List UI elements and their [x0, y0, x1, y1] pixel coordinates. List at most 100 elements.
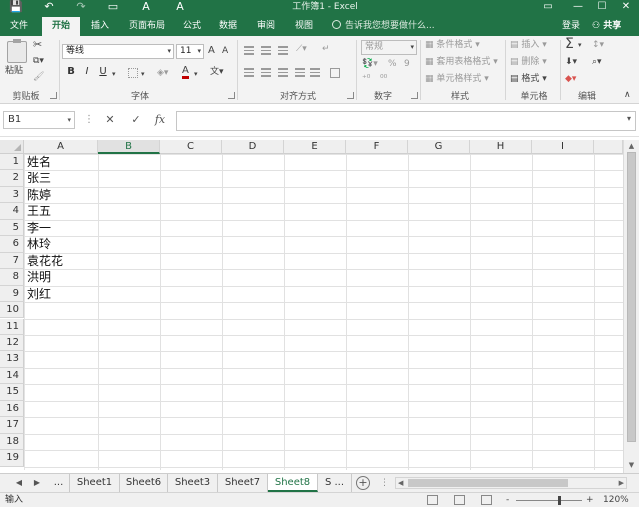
column-header-b[interactable]: B	[98, 140, 160, 154]
paste-button-label[interactable]: 粘贴	[5, 64, 23, 78]
row-header-2[interactable]: 2	[0, 170, 24, 187]
format-cells-button[interactable]: ▤ 格式 ▾	[510, 72, 547, 86]
row-header-12[interactable]: 12	[0, 334, 24, 352]
horizontal-scrollbar[interactable]: ◀ ▶	[395, 477, 627, 489]
enter-entry-button[interactable]: ✓	[126, 112, 146, 128]
column-header-partial[interactable]	[594, 140, 623, 154]
page-break-view-icon[interactable]	[481, 495, 492, 505]
ribbon-display-icon[interactable]: ▭	[536, 0, 560, 14]
clear-icon[interactable]: ◆▾	[565, 72, 576, 86]
find-select-icon[interactable]: ⌕▾	[592, 55, 602, 69]
autosum-icon[interactable]: Σ	[565, 37, 574, 51]
format-painter-icon[interactable]: 🖌	[33, 70, 44, 84]
tell-me-box[interactable]: 告诉我您想要做什么...	[332, 18, 435, 34]
tab-view[interactable]: 视图	[290, 17, 318, 36]
paste-icon[interactable]	[7, 39, 27, 63]
cell-a8[interactable]: 洪明	[27, 269, 51, 285]
tab-insert[interactable]: 插入	[84, 17, 116, 36]
row-header-6[interactable]: 6	[0, 236, 24, 253]
insert-cells-button[interactable]: ▤ 插入 ▾	[510, 38, 547, 52]
row-header-15[interactable]: 15	[0, 384, 24, 401]
cell-a6[interactable]: 林玲	[27, 236, 51, 252]
shrink-font-button[interactable]: A	[222, 44, 228, 58]
delete-cells-button[interactable]: ▤ 删除 ▾	[510, 55, 547, 69]
column-header-e[interactable]: E	[284, 140, 346, 154]
number-format-combo[interactable]: 常规 ▾	[361, 40, 417, 55]
sheet-tabs-overflow[interactable]: S ...	[318, 474, 352, 492]
increase-decimal-icon[interactable]: ⁺⁰	[362, 72, 370, 86]
insert-function-button[interactable]: fx	[150, 112, 170, 128]
cell-a3[interactable]: 陈婷	[27, 187, 51, 203]
cell-a1[interactable]: 姓名	[27, 154, 51, 170]
share-button[interactable]: ⚇ 共享	[592, 18, 621, 34]
row-header-19[interactable]: 19	[0, 450, 24, 467]
tab-page-layout[interactable]: 页面布局	[124, 17, 170, 36]
font-size-combo[interactable]: 11 ▾	[176, 44, 204, 59]
zoom-out-button[interactable]: -	[506, 493, 509, 507]
column-header-f[interactable]: F	[346, 140, 408, 154]
underline-dropdown-icon[interactable]: ▾	[112, 67, 116, 81]
font-color-icon[interactable]: A	[182, 65, 189, 79]
cell-a4[interactable]: 王五	[27, 203, 51, 219]
format-as-table-button[interactable]: ▦ 套用表格格式 ▾	[425, 55, 498, 69]
sheet-tab-sheet8[interactable]: Sheet8	[268, 474, 318, 492]
horizontal-scroll-thumb[interactable]	[408, 479, 568, 487]
row-header-17[interactable]: 17	[0, 417, 24, 434]
bottom-align-icon[interactable]	[278, 46, 288, 55]
name-box[interactable]: B1 ▾	[3, 111, 75, 129]
scroll-left-icon[interactable]: ◀	[398, 478, 403, 488]
column-header-g[interactable]: G	[408, 140, 470, 154]
row-header-10[interactable]: 10	[0, 302, 24, 319]
row-header-11[interactable]: 11	[0, 318, 24, 335]
cell-a2[interactable]: 张三	[27, 170, 51, 186]
scroll-up-icon[interactable]: ▲	[626, 141, 637, 151]
zoom-slider-knob[interactable]	[558, 496, 561, 505]
merge-center-icon[interactable]	[330, 68, 340, 78]
select-all-button[interactable]	[0, 140, 24, 154]
row-header-18[interactable]: 18	[0, 433, 24, 451]
touch-mode-icon[interactable]: ▭	[104, 0, 122, 14]
tab-home[interactable]: 开始	[42, 17, 80, 36]
number-launcher-icon[interactable]	[411, 92, 418, 99]
cancel-entry-button[interactable]: ✕	[100, 112, 120, 128]
phonetic-guide-icon[interactable]: 文▾	[210, 65, 224, 79]
wrap-text-icon[interactable]: ↵	[322, 42, 330, 56]
sort-filter-icon[interactable]: ↕▾	[592, 38, 604, 52]
customize-quick-access-icon[interactable]: A	[138, 0, 154, 14]
copy-icon[interactable]: ⧉▾	[33, 54, 44, 68]
fill-color-icon[interactable]: ◈▾	[157, 66, 168, 80]
column-header-i[interactable]: I	[532, 140, 594, 154]
column-header-a[interactable]: A	[24, 140, 98, 154]
tab-data[interactable]: 数据	[214, 17, 242, 36]
next-sheet-icon[interactable]: ▶	[30, 476, 44, 490]
fill-icon[interactable]: ⬇▾	[565, 55, 577, 69]
grow-font-button[interactable]: A	[208, 44, 215, 58]
sheet-tab-sheet7[interactable]: Sheet7	[218, 474, 268, 492]
normal-view-icon[interactable]	[427, 495, 438, 505]
row-header-8[interactable]: 8	[0, 269, 24, 286]
column-header-h[interactable]: H	[470, 140, 532, 154]
cell-a5[interactable]: 李一	[27, 220, 51, 236]
row-header-1[interactable]: 1	[0, 154, 24, 171]
zoom-level[interactable]: 120%	[603, 493, 629, 507]
bold-button[interactable]: B	[64, 66, 78, 77]
row-header-13[interactable]: 13	[0, 351, 24, 368]
middle-align-icon[interactable]	[261, 46, 271, 55]
align-right-icon[interactable]	[278, 68, 288, 77]
row-header-9[interactable]: 9	[0, 285, 24, 303]
row-header-4[interactable]: 4	[0, 203, 24, 220]
page-layout-view-icon[interactable]	[454, 495, 465, 505]
font-color-dropdown-icon[interactable]: ▾	[194, 67, 198, 81]
align-center-icon[interactable]	[261, 68, 271, 77]
vertical-scroll-thumb[interactable]	[627, 152, 636, 442]
italic-button[interactable]: I	[80, 66, 94, 77]
borders-icon[interactable]	[128, 68, 138, 78]
row-header-14[interactable]: 14	[0, 367, 24, 385]
sheet-tabs-more[interactable]: ...	[48, 474, 70, 492]
conditional-formatting-button[interactable]: ▦ 条件格式 ▾	[425, 38, 480, 52]
increase-indent-icon[interactable]	[310, 68, 320, 77]
decrease-decimal-icon[interactable]: ⁰⁰	[380, 72, 387, 86]
cell-grid[interactable]: 姓名 张三 陈婷 王五 李一 林玲 袁花花 洪明 刘红	[24, 154, 623, 470]
font-launcher-icon[interactable]	[228, 92, 235, 99]
cell-a7[interactable]: 袁花花	[27, 253, 63, 269]
